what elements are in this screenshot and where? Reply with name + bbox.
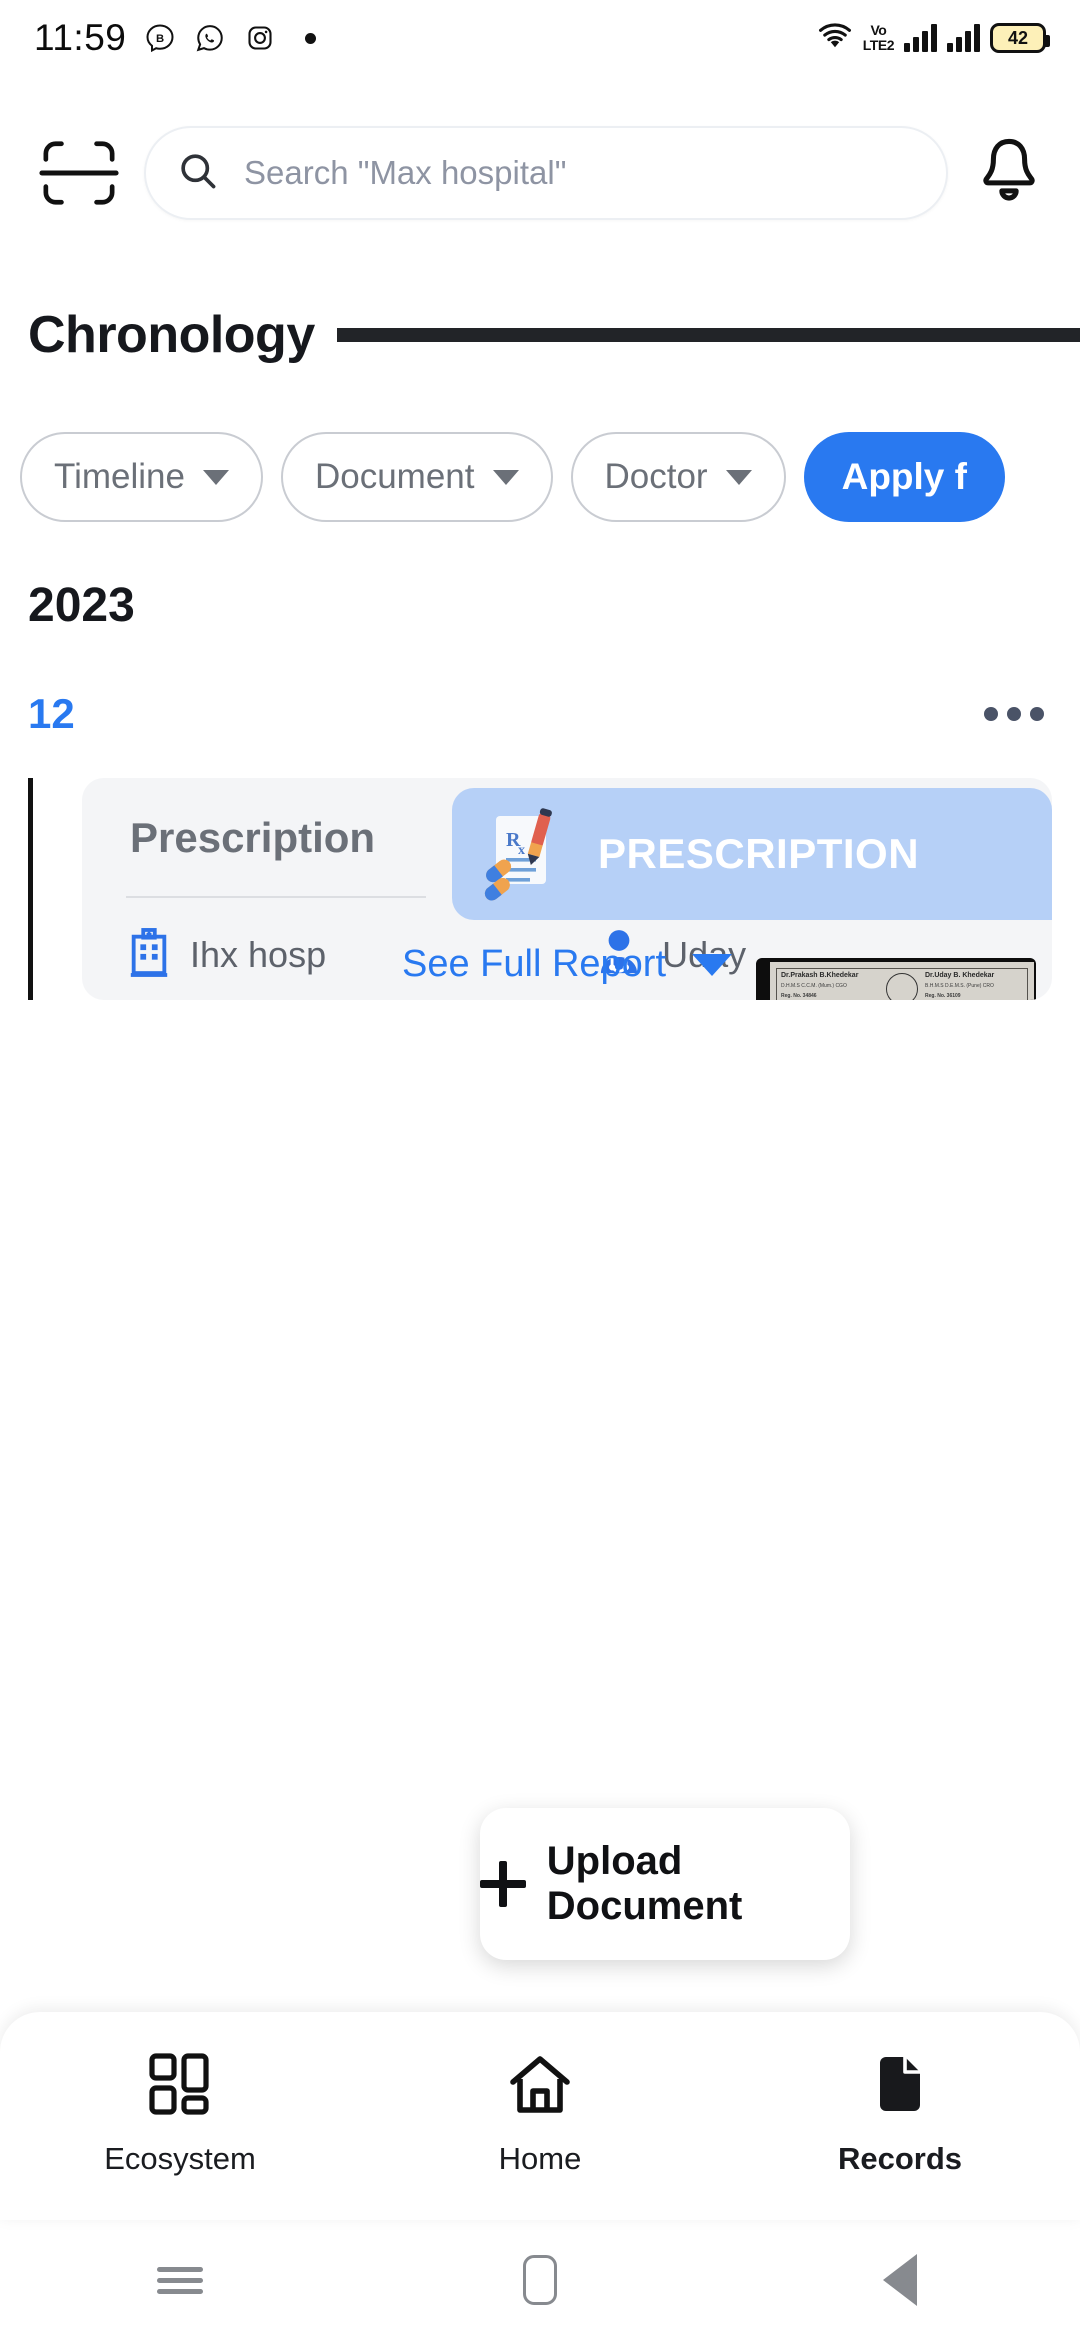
app-bar: Search "Max hospital": [0, 118, 1080, 228]
plus-icon: [480, 1861, 526, 1907]
upload-document-button[interactable]: Upload Document: [480, 1808, 850, 1960]
sys-home-button[interactable]: [360, 2255, 720, 2305]
filter-chip-doctor[interactable]: Doctor: [570, 432, 786, 522]
nav-item-records[interactable]: Records: [720, 2050, 1080, 2177]
filter-chip-timeline-label: Timeline: [54, 457, 185, 496]
sys-back-button[interactable]: [720, 2254, 1080, 2306]
whatsapp-icon: [193, 22, 226, 55]
record-kind-underline: [126, 896, 426, 898]
recents-icon: [157, 2261, 203, 2300]
filter-chip-document-label: Document: [314, 457, 475, 496]
svg-text:x: x: [518, 843, 525, 858]
month-row: 12: [0, 690, 1080, 738]
battery-indicator: 42: [990, 23, 1050, 53]
chevron-down-icon: [725, 469, 752, 485]
prescription-pad-icon: R x: [478, 800, 574, 909]
scan-frame-icon[interactable]: [34, 134, 124, 212]
prescription-banner: R x PRESCRIPTION: [452, 788, 1052, 920]
record-card[interactable]: Prescription R x PRESCRIPTION Ihx hosp U…: [82, 778, 1052, 1000]
chevron-down-icon: [492, 469, 519, 485]
bottom-navigation: Ecosystem Home Records: [0, 2012, 1080, 2220]
page-title-row: Chronology: [0, 305, 1080, 365]
nav-item-home[interactable]: Home: [360, 2050, 720, 2177]
status-right: Vo LTE2 42: [817, 21, 1050, 56]
phone-screen: 11:59 B Vo LTE2 42 Search "Max hospital"…: [0, 0, 1080, 2340]
nav-item-ecosystem[interactable]: Ecosystem: [0, 2050, 360, 2177]
home-icon: [506, 2050, 574, 2123]
back-triangle-icon: [883, 2254, 917, 2306]
search-bar[interactable]: Search "Max hospital": [144, 126, 948, 220]
year-heading: 2023: [28, 579, 135, 632]
apply-filter-button[interactable]: Apply f: [803, 432, 1005, 522]
filter-chip-document[interactable]: Document: [280, 432, 553, 522]
signal-bars-sim1: [904, 24, 937, 52]
chevron-down-icon: [692, 953, 732, 976]
document-icon: [866, 2050, 934, 2123]
record-card-header: Prescription R x PRESCRIPTION: [82, 778, 1052, 920]
prescription-banner-label: PRESCRIPTION: [598, 830, 920, 877]
see-full-report-label: See Full Report: [401, 943, 666, 985]
instagram-icon: [243, 22, 276, 55]
volte-indicator: Vo LTE2: [862, 22, 895, 53]
system-navigation-bar: [0, 2220, 1080, 2340]
home-pill-icon: [523, 2255, 557, 2305]
grid-icon: [146, 2050, 214, 2123]
see-full-report-button[interactable]: See Full Report: [82, 943, 1052, 986]
month-label[interactable]: 12: [28, 690, 75, 738]
chevron-down-icon: [202, 469, 229, 485]
svg-text:B: B: [156, 33, 164, 45]
wifi-icon: [817, 21, 853, 56]
thumb-doctor-left-reg: Reg. No. 34846: [781, 993, 817, 999]
status-bar: 11:59 B Vo LTE2 42: [0, 0, 1080, 76]
status-left: 11:59 B: [34, 17, 317, 59]
messenger-b-icon: B: [143, 22, 176, 55]
sys-recents-button[interactable]: [0, 2261, 360, 2300]
thumb-doctor-right-reg: Reg. No. 36109: [925, 993, 961, 999]
filter-chips: Timeline Document Doctor Apply f: [0, 432, 1080, 522]
signal-bars-sim2: [947, 24, 980, 52]
record-kind-label: Prescription: [130, 814, 376, 861]
bell-icon[interactable]: [972, 133, 1046, 213]
search-icon: [176, 149, 220, 198]
page-title: Chronology: [28, 306, 315, 364]
timeline-line: [28, 778, 33, 1000]
nav-label-ecosystem: Ecosystem: [104, 2141, 256, 2176]
title-divider: [336, 328, 1080, 342]
filter-chip-doctor-label: Doctor: [604, 457, 708, 496]
upload-document-label: Upload Document: [546, 1839, 743, 1928]
notification-dot: [305, 32, 317, 44]
nav-label-home: Home: [498, 2141, 582, 2176]
search-input[interactable]: Search "Max hospital": [244, 154, 566, 192]
status-time: 11:59: [34, 17, 127, 58]
more-options-icon[interactable]: [984, 707, 1044, 721]
nav-label-records: Records: [837, 2141, 963, 2176]
filter-chip-timeline[interactable]: Timeline: [20, 432, 263, 522]
